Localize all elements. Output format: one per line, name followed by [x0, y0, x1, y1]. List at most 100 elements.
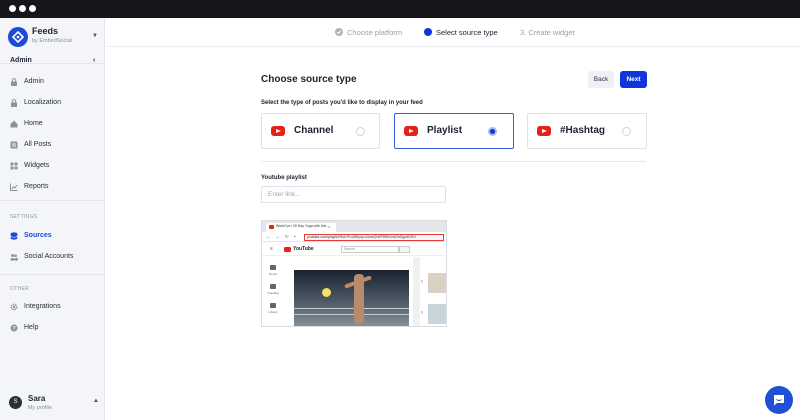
preview-browser-tabbar: WorkOut • 30 Day Yoga with Adr... ×	[262, 221, 446, 232]
window-dot-maximize[interactable]	[29, 5, 36, 12]
sidebar-item-social-accounts[interactable]: Social Accounts	[10, 251, 100, 265]
preview-side-label: Library	[268, 310, 278, 314]
sidebar-item-label: Localization	[24, 99, 61, 106]
trending-icon	[270, 284, 276, 289]
playlist-link-input[interactable]	[261, 186, 446, 203]
sun-shape	[322, 288, 331, 297]
next-button[interactable]: Next	[620, 71, 647, 88]
preview-side-label: Home	[268, 272, 277, 276]
preview-tab-title: WorkOut • 30 Day Yoga with Adr...	[276, 224, 329, 228]
admin-heading: Admin	[10, 57, 32, 64]
secure-lock-icon: •	[294, 234, 296, 239]
avatar: S	[9, 396, 22, 409]
preview-address-bar: ← → ↻ • youtube.com/playlist?list=PLui6E…	[262, 232, 446, 242]
sidebar-item-home[interactable]: Home	[10, 118, 100, 132]
sidebar-item-admin[interactable]: Admin	[10, 76, 100, 90]
brand-name: Feeds	[32, 26, 59, 36]
preview-playlist-thumb	[428, 304, 446, 324]
chevron-left-icon[interactable]: ‹	[93, 57, 95, 64]
step-choose-platform[interactable]: Choose platform	[335, 28, 402, 37]
section-label-other: OTHER	[10, 286, 29, 292]
sidebar-divider	[0, 200, 104, 201]
help-icon: ?	[10, 324, 18, 332]
sidebar-item-integrations[interactable]: Integrations	[10, 301, 100, 315]
sidebar-divider	[0, 274, 104, 275]
back-button[interactable]: Back	[588, 71, 614, 88]
railing-line	[294, 314, 409, 315]
radio-hashtag[interactable]	[622, 127, 631, 136]
chevron-left-icon: ‹	[421, 279, 423, 285]
sidebar-item-sources[interactable]: Sources	[10, 230, 100, 244]
brand-subtitle: by EmbedSocial	[32, 38, 72, 44]
sidebar-item-label: Help	[24, 324, 39, 331]
sidebar-item-label: Social Accounts	[24, 253, 74, 260]
user-name: Sara	[28, 394, 46, 403]
page-title: Choose source type	[261, 74, 357, 85]
source-type-label: Channel	[294, 125, 334, 136]
preview-youtube-sidebar: Home Trending Library	[262, 257, 284, 326]
step-create-widget[interactable]: 3. Create widget	[520, 28, 575, 37]
step-select-source-type[interactable]: Select source type	[424, 28, 498, 37]
railing-line	[294, 308, 409, 309]
window-dot-minimize[interactable]	[19, 5, 26, 12]
sidebar-item-localization[interactable]: Localization	[10, 97, 100, 111]
source-type-channel[interactable]: Channel	[261, 113, 380, 149]
wizard-stepper: Choose platform Select source type 3. Cr…	[106, 18, 800, 47]
youtube-logo-text: YouTube	[293, 246, 314, 252]
home-icon	[10, 120, 18, 128]
preview-video-thumbnail	[294, 270, 409, 326]
window-dot-close[interactable]	[9, 5, 16, 12]
source-type-playlist[interactable]: Playlist	[394, 113, 514, 149]
user-profile-link[interactable]: My profile	[28, 405, 52, 411]
youtube-icon	[404, 126, 418, 136]
sidebar-item-label: All Posts	[24, 141, 52, 148]
gear-icon	[10, 303, 18, 311]
preview-search-box: Search	[341, 246, 399, 253]
youtube-icon	[271, 126, 285, 136]
check-circle-icon	[335, 28, 343, 36]
source-type-hashtag[interactable]: #Hashtag	[527, 113, 647, 149]
youtube-favicon-icon	[269, 225, 274, 229]
sidebar-item-label: Integrations	[24, 303, 61, 310]
chat-bubble-icon	[774, 395, 784, 406]
forward-arrow-icon: →	[275, 234, 280, 239]
home-icon	[270, 265, 276, 270]
database-icon	[10, 232, 18, 240]
preview-playlist-thumb	[428, 273, 446, 293]
preview-side-label: Trending	[267, 291, 279, 295]
preview-youtube-header: ≡ YouTube Search	[262, 243, 446, 256]
reports-icon	[10, 183, 18, 191]
sidebar-item-widgets[interactable]: Widgets	[10, 160, 100, 174]
lock-icon	[11, 78, 17, 86]
section-divider	[261, 161, 646, 162]
sidebar-section-admin[interactable]: Admin ‹	[10, 57, 95, 64]
user-menu[interactable]: S Sara My profile ▲	[9, 394, 101, 414]
radio-playlist[interactable]	[488, 127, 497, 136]
sidebar-item-help[interactable]: ? Help	[10, 322, 100, 336]
reload-icon: ↻	[285, 234, 289, 239]
library-icon	[270, 303, 276, 308]
section-label-settings: SETTINGS	[10, 214, 38, 220]
preview-scrollbar	[413, 257, 420, 326]
preview-url: youtube.com/playlist?list=PLui6Eyny-Uzwx…	[304, 234, 444, 241]
sidebar-item-label: Home	[24, 120, 43, 127]
source-type-instructions: Select the type of posts you'd like to d…	[261, 100, 423, 106]
users-icon	[10, 254, 18, 261]
sidebar-item-reports[interactable]: Reports	[10, 181, 100, 195]
radio-channel[interactable]	[356, 127, 365, 136]
chat-launcher-button[interactable]	[765, 386, 793, 414]
brand-switcher[interactable]: Feeds by EmbedSocial ▼	[8, 25, 100, 55]
chevron-right-icon: ›	[421, 310, 423, 316]
sidebar-item-all-posts[interactable]: All Posts	[10, 139, 100, 153]
chevron-up-icon: ▲	[93, 398, 99, 404]
chevron-down-icon: ▼	[92, 33, 98, 39]
step-label: Choose platform	[347, 28, 403, 37]
sidebar-item-label: Admin	[24, 78, 44, 85]
preview-browser-tab: WorkOut • 30 Day Yoga with Adr... ×	[266, 223, 336, 232]
step-label: Select source type	[436, 28, 498, 37]
youtube-icon	[537, 126, 551, 136]
feeds-logo-icon	[8, 27, 28, 47]
close-icon: ×	[328, 224, 331, 229]
playlist-field-label: Youtube playlist	[261, 175, 307, 181]
posts-icon	[10, 141, 18, 149]
